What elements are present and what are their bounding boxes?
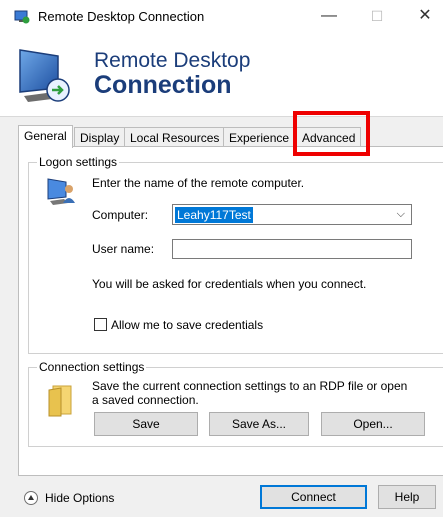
tab-experience[interactable]: Experience	[223, 127, 296, 147]
monitor-logo-icon	[19, 49, 70, 102]
username-input[interactable]	[172, 239, 412, 259]
advanced-tab-highlight-box	[293, 111, 370, 156]
chevron-down-icon[interactable]: ⌵	[397, 208, 405, 221]
minimize-button[interactable]: —	[312, 2, 346, 30]
banner-title-line2: Connection	[94, 71, 232, 99]
close-button[interactable]: ✕	[408, 2, 442, 30]
tab-local-resources[interactable]: Local Resources	[124, 127, 226, 147]
credentials-note-text: You will be asked for credentials when y…	[92, 277, 367, 291]
save-button[interactable]: Save	[94, 412, 198, 436]
tab-general[interactable]: General	[18, 125, 73, 148]
computer-field-label: Computer:	[92, 208, 149, 222]
remote-desktop-app-icon	[14, 10, 30, 24]
connect-button[interactable]: Connect	[260, 485, 367, 509]
username-field-label: User name:	[92, 242, 155, 256]
collapse-options-icon[interactable]	[24, 491, 38, 505]
computer-instruction-text: Enter the name of the remote computer.	[92, 176, 305, 190]
window-title: Remote Desktop Connection	[38, 9, 205, 24]
tab-display[interactable]: Display	[74, 127, 126, 147]
logon-settings-label: Logon settings	[37, 155, 120, 169]
save-as-button[interactable]: Save As...	[209, 412, 309, 436]
connection-settings-group: Connection settings Save the current con…	[28, 360, 443, 447]
connection-settings-label: Connection settings	[37, 360, 147, 374]
folder-file-icon	[48, 385, 72, 417]
save-credentials-checkbox[interactable]	[94, 318, 107, 331]
title-bar: Remote Desktop Connection — ☐ ✕	[0, 0, 443, 32]
open-button[interactable]: Open...	[321, 412, 425, 436]
save-credentials-label[interactable]: Allow me to save credentials	[111, 318, 263, 332]
banner-title-line1: Remote Desktop	[94, 49, 251, 72]
computer-user-icon	[47, 178, 75, 205]
computer-combobox[interactable]: Leahy117Test ⌵	[172, 204, 412, 225]
logon-settings-group: Logon settings Enter the name of the rem…	[28, 155, 443, 354]
computer-value: Leahy117Test	[175, 207, 253, 223]
maximize-button: ☐	[370, 8, 384, 24]
connection-description-text: Save the current connection settings to …	[92, 379, 408, 407]
help-button[interactable]: Help	[378, 485, 436, 509]
header-banner: Remote Desktop Connection	[0, 32, 443, 117]
general-tab-panel: Logon settings Enter the name of the rem…	[18, 146, 443, 476]
hide-options-link[interactable]: Hide Options	[45, 491, 114, 505]
